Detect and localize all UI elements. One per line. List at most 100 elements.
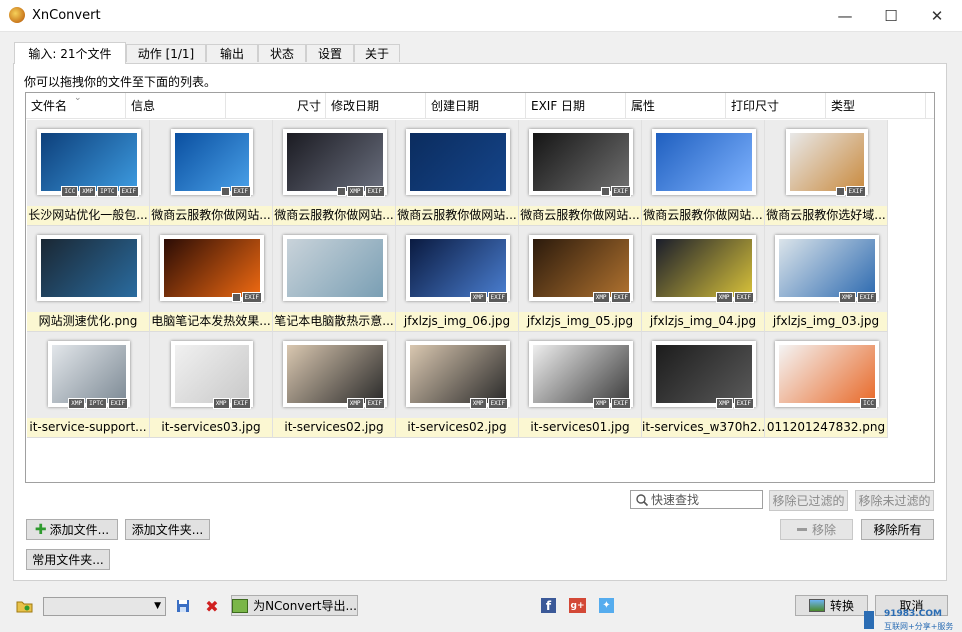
file-thumbnail-item[interactable]: XMP EXIF it-services01.jpg	[519, 332, 642, 438]
remove-all-button[interactable]: 移除所有	[861, 519, 934, 540]
thumbnail-image: XMP IPTC EXIF	[48, 341, 130, 409]
thumbnail-image: ICC XMP IPTC EXIF	[37, 129, 141, 197]
thumbnail-image: XMP EXIF	[283, 341, 387, 409]
minimize-button[interactable]: —	[822, 0, 868, 31]
remove-filtered-button[interactable]: 移除已过滤的	[769, 490, 848, 511]
file-thumbnail-item[interactable]: EXIF 电脑笔记本发热效果...	[150, 226, 273, 332]
file-thumbnail-item[interactable]: 网站测速优化.png	[27, 226, 150, 332]
column-print-size[interactable]: 打印尺寸	[726, 93, 826, 118]
file-thumbnail-item[interactable]: EXIF 微商云服教你做网站...	[150, 120, 273, 226]
file-thumbnail-item[interactable]: XMP IPTC EXIF it-service-support...	[27, 332, 150, 438]
file-thumbnail-item[interactable]: ICC XMP IPTC EXIF 长沙网站优化一般包...	[27, 120, 150, 226]
file-thumbnail-item[interactable]: 笔记本电脑散热示意...	[273, 226, 396, 332]
window-title: XnConvert	[32, 8, 101, 23]
file-name-caption: jfxlzjs_img_06.jpg	[396, 312, 518, 331]
file-thumbnail-item[interactable]: XMP EXIF 微商云服教你做网站...	[273, 120, 396, 226]
thumbnail-image: ICC	[775, 341, 879, 409]
file-thumbnail-item[interactable]: XMP EXIF jfxlzjs_img_05.jpg	[519, 226, 642, 332]
file-name-caption: 长沙网站优化一般包...	[27, 206, 149, 225]
file-name-caption: 微商云服教你做网站...	[150, 206, 272, 225]
file-list[interactable]: 文件名 ⌄ 信息 尺寸 修改日期 创建日期 EXIF 日期 属性 打印尺寸 类型…	[25, 92, 935, 483]
search-icon	[636, 493, 649, 506]
column-info[interactable]: 信息	[126, 93, 226, 118]
thumbnail-image: XMP EXIF	[171, 341, 253, 409]
thumbnail-image: XMP EXIF	[652, 341, 756, 409]
watermark-line2: 互联网+分享+服务	[884, 622, 954, 631]
remove-unfiltered-button[interactable]: 移除未过滤的	[855, 490, 934, 511]
tab-actions[interactable]: 动作 [1/1]	[126, 44, 206, 62]
column-attributes[interactable]: 属性	[626, 93, 726, 118]
maximize-button[interactable]: ☐	[868, 0, 914, 31]
column-size[interactable]: 尺寸	[226, 93, 326, 118]
file-name-caption: it-services02.jpg	[273, 418, 395, 437]
metadata-badge: EXIF	[610, 292, 631, 303]
remove-button[interactable]: 移除	[780, 519, 853, 540]
file-thumbnail-item[interactable]: XMP EXIF it-services02.jpg	[273, 332, 396, 438]
column-created-date[interactable]: 创建日期	[426, 93, 526, 118]
metadata-badge: ICC	[860, 398, 877, 409]
thumbnail-image: XMP EXIF	[406, 235, 510, 303]
file-thumbnail-item[interactable]: 微商云服教你做网站...	[396, 120, 519, 226]
file-thumbnail-item[interactable]: XMP EXIF jfxlzjs_img_04.jpg	[642, 226, 765, 332]
convert-image-icon	[808, 599, 825, 612]
file-thumbnail-item[interactable]: XMP EXIF jfxlzjs_img_03.jpg	[765, 226, 888, 332]
convert-button[interactable]: 转换	[795, 595, 868, 616]
file-thumbnail-item[interactable]: XMP EXIF it-services_w370h2...	[642, 332, 765, 438]
file-thumbnail-item[interactable]: 微商云服教你做网站...	[642, 120, 765, 226]
column-modified-date[interactable]: 修改日期	[326, 93, 426, 118]
delete-red-x-icon[interactable]: ✖	[204, 597, 220, 616]
metadata-badge: EXIF	[364, 398, 385, 409]
file-name-caption: 微商云服教你做网站...	[519, 206, 641, 225]
metadata-badge: XMP	[592, 292, 610, 303]
metadata-badge: XMP	[469, 292, 487, 303]
column-type[interactable]: 类型	[826, 93, 926, 118]
tab-settings[interactable]: 设置	[306, 44, 354, 62]
file-thumbnail-item[interactable]: ICC 011201247832.png	[765, 332, 888, 438]
quick-search-input[interactable]: 快速查找	[630, 490, 763, 509]
file-thumbnail-item[interactable]: XMP EXIF jfxlzjs_img_06.jpg	[396, 226, 519, 332]
column-header-row: 文件名 ⌄ 信息 尺寸 修改日期 创建日期 EXIF 日期 属性 打印尺寸 类型	[26, 93, 934, 119]
thumbnail-image: EXIF	[786, 129, 868, 197]
export-nconvert-button[interactable]: 为NConvert导出...	[231, 595, 358, 616]
add-folder-button[interactable]: 添加文件夹...	[125, 519, 210, 540]
file-name-caption: 笔记本电脑散热示意...	[273, 312, 395, 331]
metadata-badge: IPTC	[97, 186, 118, 197]
tab-input[interactable]: 输入: 21个文件	[14, 42, 126, 64]
file-name-caption: jfxlzjs_img_04.jpg	[642, 312, 764, 331]
add-files-button[interactable]: ✚ 添加文件...	[26, 519, 118, 540]
metadata-badge: EXIF	[856, 292, 877, 303]
tab-output[interactable]: 输出	[206, 44, 258, 62]
file-thumbnail-item[interactable]: EXIF 微商云服教你做网站...	[519, 120, 642, 226]
open-folder-icon[interactable]	[16, 598, 34, 614]
thumbnail-image: EXIF	[529, 129, 633, 197]
metadata-badges: EXIF	[220, 186, 251, 197]
column-exif-date[interactable]: EXIF 日期	[526, 93, 626, 118]
metadata-badges: EXIF	[231, 292, 262, 303]
dropdown-arrow-icon: ▼	[154, 601, 161, 611]
tab-about[interactable]: 关于	[354, 44, 400, 62]
sort-down-icon: ⌄	[74, 93, 82, 103]
preset-select[interactable]: ▼	[43, 597, 166, 616]
thumbnail-image: EXIF	[171, 129, 253, 197]
save-icon[interactable]	[175, 598, 191, 614]
thumbnail-image: XMP EXIF	[529, 341, 633, 409]
watermark-logo-icon	[864, 611, 874, 629]
metadata-badge: EXIF	[107, 398, 128, 409]
metadata-badges: XMP EXIF	[469, 398, 508, 409]
close-window-button[interactable]: ✕	[914, 0, 960, 31]
metadata-badge: XMP	[346, 398, 364, 409]
metadata-badges: XMP EXIF	[346, 398, 385, 409]
google-plus-icon[interactable]: g+	[569, 598, 586, 613]
twitter-icon[interactable]: ✦	[599, 598, 614, 613]
file-thumbnail-item[interactable]: XMP EXIF it-services02.jpg	[396, 332, 519, 438]
tab-status[interactable]: 状态	[258, 44, 306, 62]
metadata-badge: EXIF	[241, 292, 262, 303]
common-folders-button[interactable]: 常用文件夹...	[26, 549, 110, 570]
facebook-icon[interactable]: f	[541, 598, 556, 613]
metadata-badge: EXIF	[487, 398, 508, 409]
thumbnail-image: XMP EXIF	[652, 235, 756, 303]
file-name-caption: 微商云服教你做网站...	[642, 206, 764, 225]
add-files-label: 添加文件...	[49, 523, 110, 537]
file-thumbnail-item[interactable]: XMP EXIF it-services03.jpg	[150, 332, 273, 438]
file-thumbnail-item[interactable]: EXIF 微商云服教你选好域...	[765, 120, 888, 226]
